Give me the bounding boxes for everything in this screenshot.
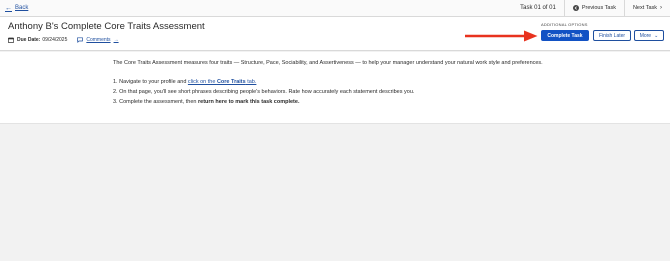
link-suffix: tab. — [245, 79, 257, 85]
previous-task-button[interactable]: Previous Task — [563, 0, 624, 17]
step-3: 3. Complete the assessment, then return … — [113, 97, 414, 107]
due-date-label: Due Date: — [17, 37, 41, 43]
due-date-value: 09/24/2025 — [42, 37, 68, 43]
chevron-down-icon: ⌄ — [654, 32, 659, 39]
next-task-button[interactable]: Next Task › — [623, 0, 670, 17]
annotation-arrow-icon — [465, 30, 538, 42]
instructions-panel: The Core Traits Assessment measures four… — [0, 52, 670, 124]
step-2: 2. On that page, you'll see short phrase… — [113, 89, 415, 95]
top-bar: ← Back Task 01 of 01 Previous Task Next … — [0, 0, 670, 17]
page-title: Anthony B's Complete Core Traits Assessm… — [8, 21, 205, 32]
task-meta: Due Date: 09/24/2025 Comments → — [8, 37, 119, 43]
next-task-label: Next Task — [632, 5, 657, 11]
finish-later-button[interactable]: Finish Later — [593, 30, 631, 41]
link-bold: Core Traits — [216, 79, 246, 85]
arrow-left-icon: ← — [5, 4, 12, 12]
intro-text: The Core Traits Assessment measures four… — [113, 60, 543, 66]
chevron-right-icon: › — [660, 5, 662, 11]
task-counter: Task 01 of 01 — [520, 5, 556, 11]
back-link[interactable]: ← Back — [5, 5, 28, 12]
comment-icon — [77, 37, 84, 43]
link-prefix: click on the — [187, 79, 217, 85]
calendar-icon — [8, 37, 14, 43]
comments-label: Comments — [86, 37, 111, 43]
step-3-bold: return here to mark this task complete. — [198, 99, 300, 105]
more-label: More — [639, 32, 652, 39]
more-button[interactable]: More ⌄ — [634, 30, 664, 41]
complete-task-button[interactable]: Complete Task — [541, 30, 589, 41]
back-label: Back — [15, 5, 29, 11]
previous-circle-icon — [572, 5, 579, 11]
steps-list: 1. Navigate to your profile and click on… — [113, 77, 414, 107]
step-1-text: 1. Navigate to your profile and — [113, 79, 188, 85]
core-traits-tab-link[interactable]: click on the Core Traits tab. — [188, 79, 256, 85]
step-1: 1. Navigate to your profile and click on… — [113, 77, 414, 87]
additional-options-label: ADDITIONAL OPTIONS — [541, 22, 588, 27]
arrow-right-icon: → — [113, 37, 119, 43]
step-3-text: 3. Complete the assessment, then — [113, 99, 198, 105]
comments-link[interactable]: Comments → — [77, 37, 119, 43]
previous-task-label: Previous Task — [581, 5, 616, 11]
